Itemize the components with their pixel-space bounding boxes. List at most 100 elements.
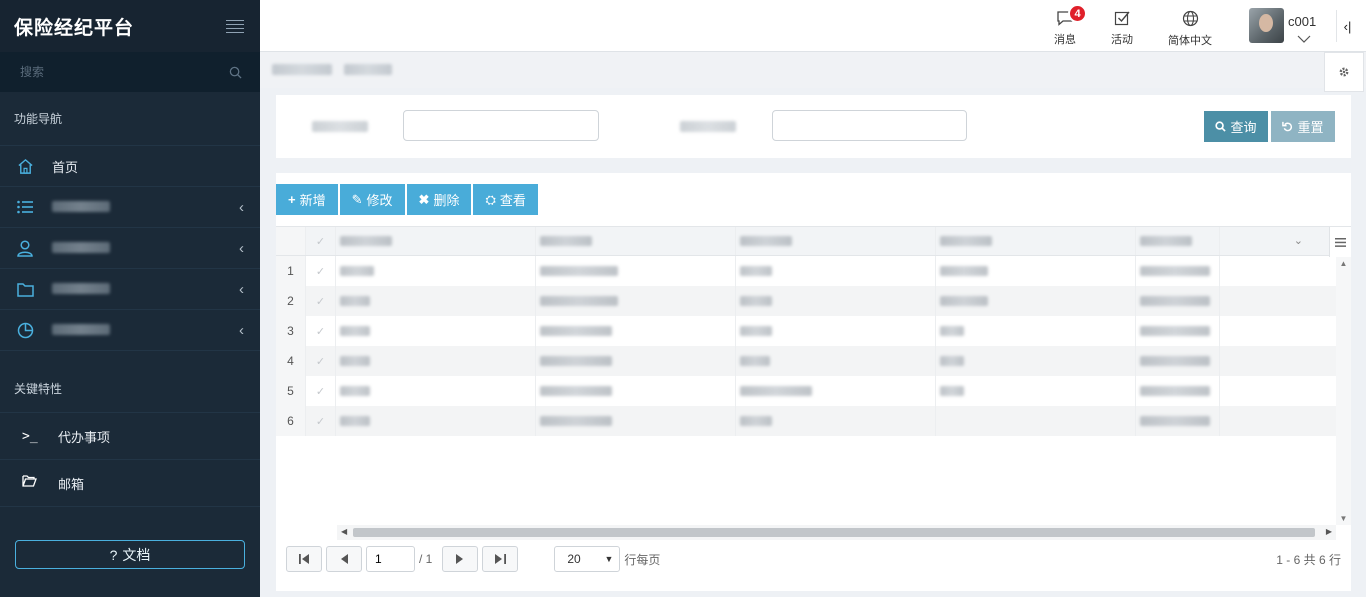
horizontal-scrollbar[interactable]: ◀ ▶ [337, 525, 1336, 540]
table-row[interactable]: 1 ✓ [276, 256, 1351, 286]
sidebar-item-todo[interactable]: >_ 代办事项 [0, 413, 260, 460]
table-cell[interactable] [936, 406, 1136, 436]
gear-icon[interactable] [1324, 52, 1364, 92]
sidebar-item-label: 代办事项 [58, 429, 111, 445]
column-menu-icon[interactable] [1329, 227, 1351, 257]
row-checkbox[interactable]: ✓ [306, 376, 336, 406]
table-cell[interactable] [936, 316, 1136, 346]
chevron-down-icon[interactable] [1297, 31, 1311, 46]
row-checkbox[interactable]: ✓ [306, 256, 336, 286]
row-checkbox[interactable]: ✓ [306, 316, 336, 346]
messages-button[interactable]: 4 消息 [1054, 4, 1087, 47]
avatar[interactable] [1249, 8, 1284, 43]
scroll-left-icon[interactable]: ◀ [341, 527, 347, 536]
edit-button[interactable]: ✎ 修改 [339, 184, 405, 215]
table-cell[interactable] [936, 346, 1136, 376]
sidebar-item-list[interactable]: ‹ [0, 187, 260, 228]
table-cell[interactable] [736, 316, 936, 346]
sidebar-item-report[interactable]: ‹ [0, 310, 260, 351]
table-row[interactable]: 5 ✓ [276, 376, 1351, 406]
column-header[interactable] [336, 227, 536, 255]
menu-toggle-icon[interactable] [226, 19, 244, 33]
search-field-1[interactable] [403, 110, 599, 141]
table-cell[interactable] [336, 376, 536, 406]
table-cell[interactable] [936, 376, 1136, 406]
search-panel: 查询 重置 [276, 95, 1351, 158]
select-all-checkbox[interactable]: ✓ [306, 227, 336, 255]
reset-button-label: 重置 [1297, 120, 1324, 135]
page-number-input[interactable] [366, 546, 415, 572]
row-number: 2 [276, 286, 306, 316]
table-cell[interactable] [936, 286, 1136, 316]
sidebar-search-input[interactable] [20, 65, 200, 79]
sidebar-item-user[interactable]: ‹ [0, 228, 260, 269]
scroll-down-icon[interactable]: ▼ [1336, 514, 1351, 523]
table-cell[interactable] [936, 256, 1136, 286]
scrollbar-thumb[interactable] [353, 528, 1315, 537]
per-page-label: 行每页 [624, 552, 661, 567]
column-header[interactable] [736, 227, 936, 255]
table-cell[interactable] [736, 256, 936, 286]
globe-icon [1182, 10, 1199, 32]
row-checkbox[interactable]: ✓ [306, 346, 336, 376]
chevron-down-icon[interactable]: ⌄ [1294, 234, 1303, 247]
table-cell[interactable] [336, 256, 536, 286]
search-field-2[interactable] [772, 110, 967, 141]
prev-page-button[interactable] [326, 546, 362, 572]
table-row[interactable]: 2 ✓ [276, 286, 1351, 316]
table-cell[interactable] [1136, 286, 1220, 316]
column-header[interactable] [936, 227, 1136, 255]
table-cell[interactable] [536, 406, 736, 436]
table-cell[interactable] [736, 406, 936, 436]
scroll-up-icon[interactable]: ▲ [1336, 259, 1351, 268]
table-cell[interactable] [336, 286, 536, 316]
table-cell[interactable] [336, 406, 536, 436]
docs-button[interactable]: ? 文档 [15, 540, 245, 569]
table-cell[interactable] [536, 286, 736, 316]
table-cell[interactable] [736, 346, 936, 376]
view-button[interactable]: ⛭ 查看 [473, 184, 538, 215]
table-row[interactable]: 3 ✓ [276, 316, 1351, 346]
last-page-button[interactable] [482, 546, 519, 572]
table-row[interactable]: 6 ✓ [276, 406, 1351, 436]
table-cell[interactable] [536, 316, 736, 346]
sidebar-item-label [52, 282, 239, 297]
activity-button[interactable]: 活动 [1111, 10, 1133, 47]
column-header[interactable] [1136, 227, 1220, 255]
row-checkbox[interactable]: ✓ [306, 286, 336, 316]
add-button[interactable]: + 新增 [276, 184, 338, 215]
reset-button[interactable]: 重置 [1271, 111, 1335, 142]
table-cell[interactable] [1136, 346, 1220, 376]
row-checkbox[interactable]: ✓ [306, 406, 336, 436]
scroll-right-icon[interactable]: ▶ [1326, 527, 1332, 536]
search-icon[interactable] [229, 66, 242, 79]
table-cell[interactable] [1136, 406, 1220, 436]
user-name[interactable]: c001 [1288, 14, 1316, 29]
next-page-button[interactable] [442, 546, 479, 572]
vertical-scrollbar[interactable]: ▲ ▼ [1336, 257, 1351, 525]
sidebar-item-folder[interactable]: ‹ [0, 269, 260, 310]
table-cell[interactable] [736, 376, 936, 406]
table-cell[interactable] [1136, 376, 1220, 406]
table-cell[interactable] [736, 286, 936, 316]
pie-chart-icon [16, 321, 34, 339]
table-cell[interactable] [1136, 256, 1220, 286]
sidebar-item-home[interactable]: 首页 [0, 146, 260, 187]
delete-button[interactable]: ✖ 删除 [406, 184, 472, 215]
table-cell[interactable] [536, 256, 736, 286]
table-cell[interactable] [336, 316, 536, 346]
table-row[interactable]: 4 ✓ [276, 346, 1351, 376]
language-label: 简体中文 [1168, 35, 1212, 47]
question-icon: ? [109, 546, 118, 563]
language-button[interactable]: 简体中文 [1168, 10, 1212, 48]
table-cell[interactable] [336, 346, 536, 376]
first-page-button[interactable] [286, 546, 322, 572]
column-header[interactable] [536, 227, 736, 255]
sidebar-item-mailbox[interactable]: 邮箱 [0, 460, 260, 507]
query-button[interactable]: 查询 [1204, 111, 1268, 142]
table-cell[interactable] [536, 346, 736, 376]
table-cell[interactable] [536, 376, 736, 406]
page-size-select[interactable]: 20 ▼ [554, 546, 621, 572]
collapse-panel-button[interactable]: ‹| [1336, 10, 1358, 42]
table-cell[interactable] [1136, 316, 1220, 346]
